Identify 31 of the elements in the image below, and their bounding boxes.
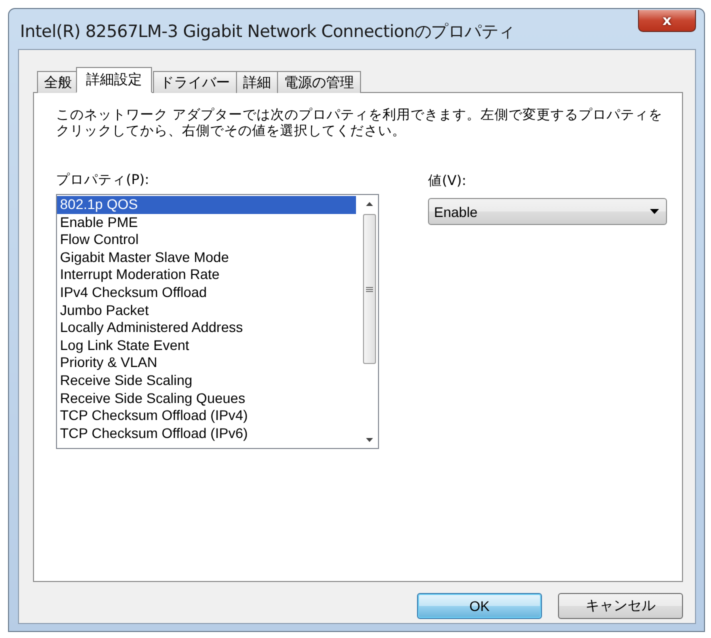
list-item[interactable]: 802.1p QOS xyxy=(57,196,356,214)
close-button[interactable]: x xyxy=(638,10,696,32)
list-item[interactable]: Gigabit Master Slave Mode xyxy=(57,248,229,266)
tab[interactable]: 全般 xyxy=(37,71,79,93)
tab[interactable]: 詳細設定 xyxy=(76,67,152,93)
list-item[interactable]: IPv4 Checksum Offload xyxy=(57,284,207,302)
list-item[interactable]: Locally Administered Address xyxy=(57,319,243,337)
tab[interactable]: ドライバー xyxy=(153,71,237,93)
property-label: プロパティ(P): xyxy=(56,171,150,189)
grip-icon xyxy=(366,286,373,292)
list-item[interactable]: Jumbo Packet xyxy=(57,302,149,320)
list-item[interactable]: Receive Side Scaling Queues xyxy=(57,390,246,408)
scroll-down-icon[interactable] xyxy=(366,438,373,442)
list-item[interactable]: Log Link State Event xyxy=(57,336,190,354)
tab[interactable]: 詳細 xyxy=(236,71,278,93)
cancel-button[interactable]: キャンセル xyxy=(558,593,683,619)
list-item[interactable]: Flow Control xyxy=(57,231,139,249)
list-item[interactable]: TCP Checksum Offload (IPv6) xyxy=(57,424,248,442)
value-label: 値(V): xyxy=(428,172,468,190)
value-dropdown[interactable]: Enable xyxy=(428,198,667,225)
list-item[interactable]: TCP Checksum Offload (IPv4) xyxy=(57,407,248,425)
list-item[interactable]: Interrupt Moderation Rate xyxy=(57,266,220,284)
dropdown-arrow-icon xyxy=(650,209,659,214)
window-title: Intel(R) 82567LM-3 Gigabit Network Connectionのプロパティ xyxy=(19,20,515,42)
ok-button[interactable]: OK xyxy=(417,593,542,619)
scroll-up-icon[interactable] xyxy=(366,202,373,206)
description-text: このネットワーク アダプターでは次のプロパティを利用できます。左側で変更するプロパティをクリックしてから、右側でその値を選択してください。 xyxy=(56,107,664,139)
list-item[interactable]: Enable PME xyxy=(57,214,138,232)
list-item[interactable]: Priority & VLAN xyxy=(57,354,158,372)
tab[interactable]: 電源の管理 xyxy=(277,71,361,93)
list-item[interactable]: Receive Side Scaling xyxy=(57,372,192,390)
